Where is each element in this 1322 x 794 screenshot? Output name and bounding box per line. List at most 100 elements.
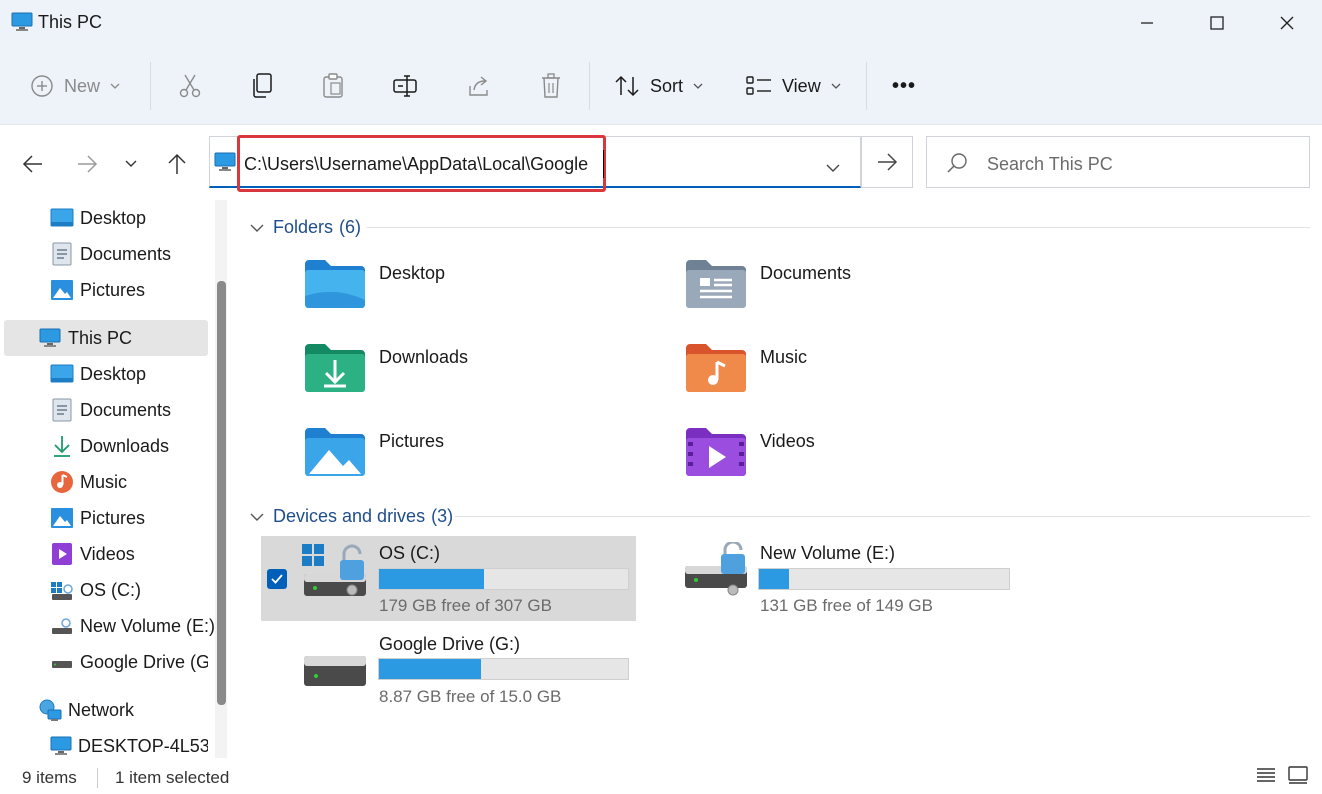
share-icon [469, 76, 488, 96]
arrow-right-icon [78, 155, 98, 173]
chevron-down-icon [693, 83, 703, 89]
desktop-icon [50, 206, 74, 230]
drive-free-space: 131 GB free of 149 GB [760, 596, 933, 615]
more-options-button[interactable]: ••• [886, 68, 922, 104]
section-divider [367, 227, 1310, 228]
sidebar-item-network[interactable]: Network [0, 692, 208, 728]
sidebar-item-os-c[interactable]: OS (C:) [0, 572, 208, 608]
sidebar-item-desktop[interactable]: Desktop [0, 200, 208, 236]
new-button[interactable]: New [30, 68, 120, 104]
folder-label[interactable]: Videos [760, 431, 815, 452]
sidebar-item-downloads[interactable]: Downloads [0, 428, 208, 464]
go-button[interactable] [861, 136, 913, 188]
close-button[interactable] [1252, 0, 1322, 46]
sidebar-item-pictures[interactable]: Pictures [0, 272, 208, 308]
pictures-icon [50, 278, 74, 302]
drive-free-space: 179 GB free of 307 GB [379, 596, 552, 615]
sidebar-item-this-pc[interactable]: This PC [4, 320, 208, 356]
sidebar-item-desktop[interactable]: Desktop [0, 356, 208, 392]
address-input[interactable]: C:\Users\Username\AppData\Local\Google [244, 154, 588, 175]
drive-e-icon[interactable] [681, 540, 753, 605]
up-button[interactable] [159, 146, 195, 182]
cut-button[interactable] [175, 68, 205, 104]
search-icon [946, 152, 968, 179]
search-input[interactable]: Search This PC [987, 154, 1113, 175]
sidebar-item-google-drive-g[interactable]: Google Drive (G: [0, 644, 208, 680]
folder-label[interactable]: Documents [760, 263, 851, 284]
folders-header-label: Folders [273, 217, 334, 237]
share-button[interactable] [464, 68, 494, 104]
drive-label[interactable]: Google Drive (G:) [379, 634, 520, 655]
plus-circle-icon [31, 75, 53, 97]
folder-desktop-icon[interactable] [303, 258, 367, 315]
maximize-button[interactable] [1182, 0, 1252, 46]
drive-label[interactable]: New Volume (E:) [760, 543, 895, 564]
minimize-button[interactable] [1112, 0, 1182, 46]
sidebar-item-pictures[interactable]: Pictures [0, 500, 208, 536]
drives-header-label: Devices and drives [273, 506, 426, 526]
folder-label[interactable]: Pictures [379, 431, 444, 452]
rename-button[interactable] [390, 68, 420, 104]
sidebar-item-music[interactable]: Music [0, 464, 208, 500]
view-button[interactable]: View [746, 68, 841, 104]
maximize-icon [1210, 16, 1224, 30]
folder-label[interactable]: Downloads [379, 347, 468, 368]
sidebar-item-label: Pictures [80, 507, 146, 528]
close-icon [1280, 16, 1294, 30]
drive-label: OS (C:) [379, 543, 440, 563]
drive-icon [50, 650, 74, 674]
address-history-button[interactable] [826, 158, 840, 178]
sidebar-item-label: Pictures [80, 279, 146, 300]
drives-section-header[interactable]: Devices and drives (3) [250, 506, 453, 527]
folder-label[interactable]: Music [760, 347, 807, 368]
paste-button[interactable] [318, 68, 348, 104]
folder-videos-icon[interactable] [684, 426, 748, 483]
sidebar-item-documents[interactable]: Documents [0, 236, 208, 272]
sidebar-item-label: Videos [80, 543, 135, 564]
sidebar-item-label: Documents [80, 399, 172, 420]
tiles-view-button[interactable] [1288, 766, 1308, 789]
chevron-down-icon [125, 160, 137, 167]
sidebar-item-label: Desktop [80, 363, 147, 384]
videos-icon [50, 542, 74, 566]
folder-music-icon[interactable] [684, 342, 748, 399]
drive-free-space: 8.87 GB free of 15.0 GB [379, 687, 562, 706]
sort-button[interactable]: Sort [614, 68, 703, 104]
drive-usage-bar [378, 658, 629, 680]
toolbar-divider [866, 62, 867, 110]
sidebar-scroll-thumb[interactable] [217, 281, 226, 705]
selection-checkbox[interactable] [267, 569, 287, 589]
text-caret [603, 150, 604, 178]
folder-label[interactable]: Desktop [379, 263, 445, 284]
sidebar-item-videos[interactable]: Videos [0, 536, 208, 572]
sidebar-item-new-volume-e[interactable]: New Volume (E:) [0, 608, 215, 644]
download-icon [50, 434, 74, 458]
drive-g-icon[interactable] [300, 648, 372, 697]
folder-pictures-icon[interactable] [303, 426, 367, 483]
drive-usage-fill [379, 659, 482, 679]
trash-icon [542, 73, 560, 98]
chevron-down-icon [831, 83, 841, 89]
folder-downloads-icon[interactable] [303, 342, 367, 399]
sidebar-item-label: Google Drive (G: [80, 651, 208, 672]
recent-locations-button[interactable] [113, 146, 149, 182]
arrow-up-icon [168, 153, 186, 174]
drive-usage-fill [759, 569, 789, 589]
sidebar-item-label: Downloads [80, 435, 170, 456]
folders-section-header[interactable]: Folders (6) [250, 217, 361, 238]
folder-documents-icon[interactable] [684, 258, 748, 315]
sort-label: Sort [650, 75, 684, 96]
copy-button[interactable] [247, 68, 277, 104]
sidebar-item-desktop-pc[interactable]: DESKTOP-4L537 [0, 728, 208, 764]
monitor-icon [38, 326, 62, 350]
minimize-icon [1141, 22, 1153, 24]
forward-button[interactable] [69, 146, 105, 182]
sidebar-item-documents[interactable]: Documents [0, 392, 208, 428]
arrow-left-icon [22, 155, 42, 173]
delete-button[interactable] [536, 68, 566, 104]
copy-icon [253, 73, 272, 98]
documents-icon [50, 242, 74, 266]
details-view-button[interactable] [1256, 766, 1276, 789]
back-button[interactable] [15, 146, 51, 182]
search-box[interactable] [926, 136, 1310, 188]
